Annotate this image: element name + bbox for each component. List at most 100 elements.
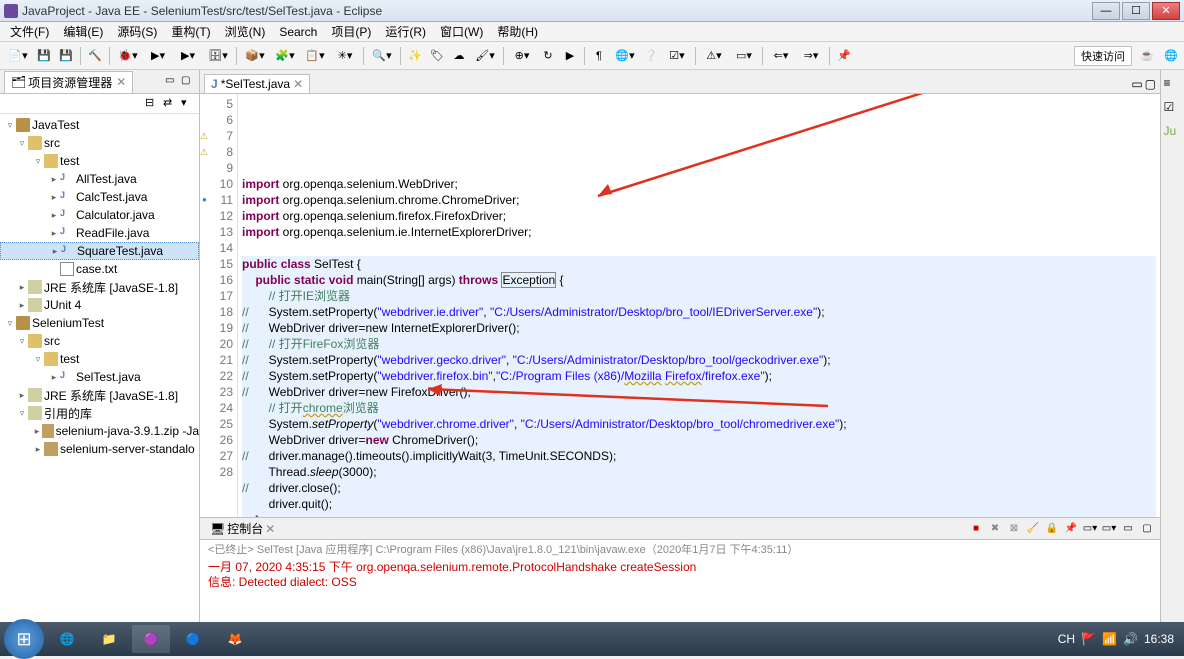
tab-close-icon[interactable]: ✕	[293, 77, 303, 91]
new-misc-button[interactable]: ✳▾	[331, 46, 359, 66]
task-icon[interactable]: ☑	[1164, 100, 1182, 118]
new-ann-button[interactable]: 📋▾	[301, 46, 329, 66]
tag-button[interactable]: 🏷	[427, 46, 447, 66]
run-ext-button[interactable]: ▶▾	[174, 46, 202, 66]
pin-button[interactable]: 📌	[834, 46, 854, 66]
tree-node[interactable]: ▿引用的库	[0, 404, 199, 422]
tree-node[interactable]: ▸JRE 系统库 [JavaSE-1.8]	[0, 386, 199, 404]
debug-button[interactable]: 🐞▾	[114, 46, 142, 66]
tree-node[interactable]: ▸JCalculator.java	[0, 206, 199, 224]
play-button[interactable]: ▶	[560, 46, 580, 66]
remove-all-icon[interactable]: ⊠	[1005, 521, 1023, 537]
tree-node[interactable]: ▿src	[0, 134, 199, 152]
tree-node[interactable]: ▸JCalcTest.java	[0, 188, 199, 206]
console-tab[interactable]: 🖥 控制台 ✕	[204, 518, 281, 539]
display-select-icon[interactable]: ▭▾	[1081, 521, 1099, 537]
nav-button[interactable]: ⊕▾	[508, 46, 536, 66]
console-output[interactable]: 一月 07, 2020 4:35:15 下午 org.openqa.seleni…	[200, 558, 1160, 632]
terminate-icon[interactable]: ■	[967, 521, 985, 537]
project-tree[interactable]: ▿JavaTest▿src▿test▸JAllTest.java▸JCalcTe…	[0, 114, 199, 632]
wand-button[interactable]: ✨	[405, 46, 425, 66]
project-explorer-tab[interactable]: 🗂 项目资源管理器 ✕	[4, 71, 133, 93]
paint-button[interactable]: 🖌▾	[471, 46, 499, 66]
tab-close-icon[interactable]: ✕	[265, 522, 275, 536]
editor-max-icon[interactable]: ▢	[1145, 77, 1156, 91]
editor-min-icon[interactable]: ▭	[1131, 77, 1142, 91]
new-button[interactable]: 📄▾	[4, 46, 32, 66]
tree-node[interactable]: ▿test	[0, 350, 199, 368]
view-menu-icon[interactable]: ▾	[181, 96, 195, 110]
menu-item[interactable]: 运行(R)	[379, 21, 432, 42]
tree-node[interactable]: ▸JSquareTest.java	[0, 242, 199, 260]
link-editor-icon[interactable]: ⇄	[163, 96, 177, 110]
menu-item[interactable]: 项目(P)	[325, 21, 377, 42]
run-button[interactable]: ▶▾	[144, 46, 172, 66]
task-ie[interactable]: 🌐	[48, 625, 86, 653]
perspective-java[interactable]: ☕	[1138, 47, 1156, 65]
save-button[interactable]: 💾	[34, 46, 54, 66]
warn-button[interactable]: ⚠▾	[700, 46, 728, 66]
tray-sound-icon[interactable]: 🔊	[1123, 632, 1138, 646]
build-button[interactable]: 🔨	[85, 46, 105, 66]
console-min-icon[interactable]: ▭	[1119, 521, 1137, 537]
pin-console-icon[interactable]: 📌	[1062, 521, 1080, 537]
tree-node[interactable]: ▸JSelTest.java	[0, 368, 199, 386]
tray-flag-icon[interactable]: 🚩	[1081, 632, 1096, 646]
tree-node[interactable]: ▿src	[0, 332, 199, 350]
tree-node[interactable]: case.txt	[0, 260, 199, 278]
minimize-button[interactable]: —	[1092, 2, 1120, 20]
tray-ime[interactable]: CH	[1058, 632, 1075, 646]
task-chrome[interactable]: 🔵	[174, 625, 212, 653]
task-eclipse[interactable]: 🟣	[132, 625, 170, 653]
editor-tab-seltest[interactable]: J *SelTest.java ✕	[204, 74, 310, 93]
console-max-icon[interactable]: ▢	[1138, 521, 1156, 537]
clear-console-icon[interactable]: 🧹	[1024, 521, 1042, 537]
menu-item[interactable]: 源码(S)	[111, 21, 163, 42]
tray-time[interactable]: 16:38	[1144, 632, 1174, 646]
menu-item[interactable]: Search	[273, 23, 323, 41]
tree-node[interactable]: ▸JReadFile.java	[0, 224, 199, 242]
back-button[interactable]: ⇐▾	[767, 46, 795, 66]
menu-item[interactable]: 文件(F)	[4, 21, 55, 42]
save-all-button[interactable]: 💾	[56, 46, 76, 66]
tree-node[interactable]: ▿test	[0, 152, 199, 170]
menu-item[interactable]: 编辑(E)	[57, 21, 109, 42]
cloud-button[interactable]: ☁	[449, 46, 469, 66]
term-button[interactable]: ▭▾	[730, 46, 758, 66]
quick-access[interactable]: 快速访问	[1074, 46, 1132, 66]
maximize-view-icon[interactable]: ▢	[181, 75, 195, 89]
maximize-button[interactable]: ☐	[1122, 2, 1150, 20]
junit-icon[interactable]: Ju	[1164, 124, 1182, 142]
new-java-button[interactable]: 📦▾	[241, 46, 269, 66]
refresh-button[interactable]: ↻	[538, 46, 558, 66]
tree-node[interactable]: ▸JUnit 4	[0, 296, 199, 314]
menu-item[interactable]: 重构(T)	[165, 21, 216, 42]
new-class-button[interactable]: 🧩▾	[271, 46, 299, 66]
tree-node[interactable]: ▿JavaTest	[0, 116, 199, 134]
collapse-all-icon[interactable]: ⊟	[145, 96, 159, 110]
menu-item[interactable]: 窗口(W)	[434, 21, 489, 42]
tree-node[interactable]: ▸selenium-server-standalo	[0, 440, 199, 458]
tray-network-icon[interactable]: 📶	[1102, 632, 1117, 646]
tree-node[interactable]: ▸selenium-java-3.9.1.zip -Ja	[0, 422, 199, 440]
code-editor[interactable]: 5678910111213141516171819202122232425262…	[200, 94, 1160, 517]
scroll-lock-icon[interactable]: 🔒	[1043, 521, 1061, 537]
para-button[interactable]: ¶	[589, 46, 609, 66]
server-button[interactable]: 🗄▾	[204, 46, 232, 66]
outline-icon[interactable]: ≡	[1164, 76, 1182, 94]
task-explorer[interactable]: 📁	[90, 625, 128, 653]
tab-close-icon[interactable]: ✕	[116, 75, 126, 89]
minimize-view-icon[interactable]: ▭	[165, 75, 179, 89]
forward-button[interactable]: ⇒▾	[797, 46, 825, 66]
tree-node[interactable]: ▸JAllTest.java	[0, 170, 199, 188]
todo-button[interactable]: ☑▾	[663, 46, 691, 66]
menu-item[interactable]: 浏览(N)	[219, 21, 272, 42]
open-console-icon[interactable]: ▭▾	[1100, 521, 1118, 537]
tree-node[interactable]: ▸JRE 系统库 [JavaSE-1.8]	[0, 278, 199, 296]
close-button[interactable]: ✕	[1152, 2, 1180, 20]
menu-item[interactable]: 帮助(H)	[491, 21, 544, 42]
web-button[interactable]: 🌐▾	[611, 46, 639, 66]
search-button[interactable]: 🔍▾	[368, 46, 396, 66]
start-button[interactable]: ⊞	[4, 619, 44, 659]
perspective-ee[interactable]: 🌐	[1162, 47, 1180, 65]
